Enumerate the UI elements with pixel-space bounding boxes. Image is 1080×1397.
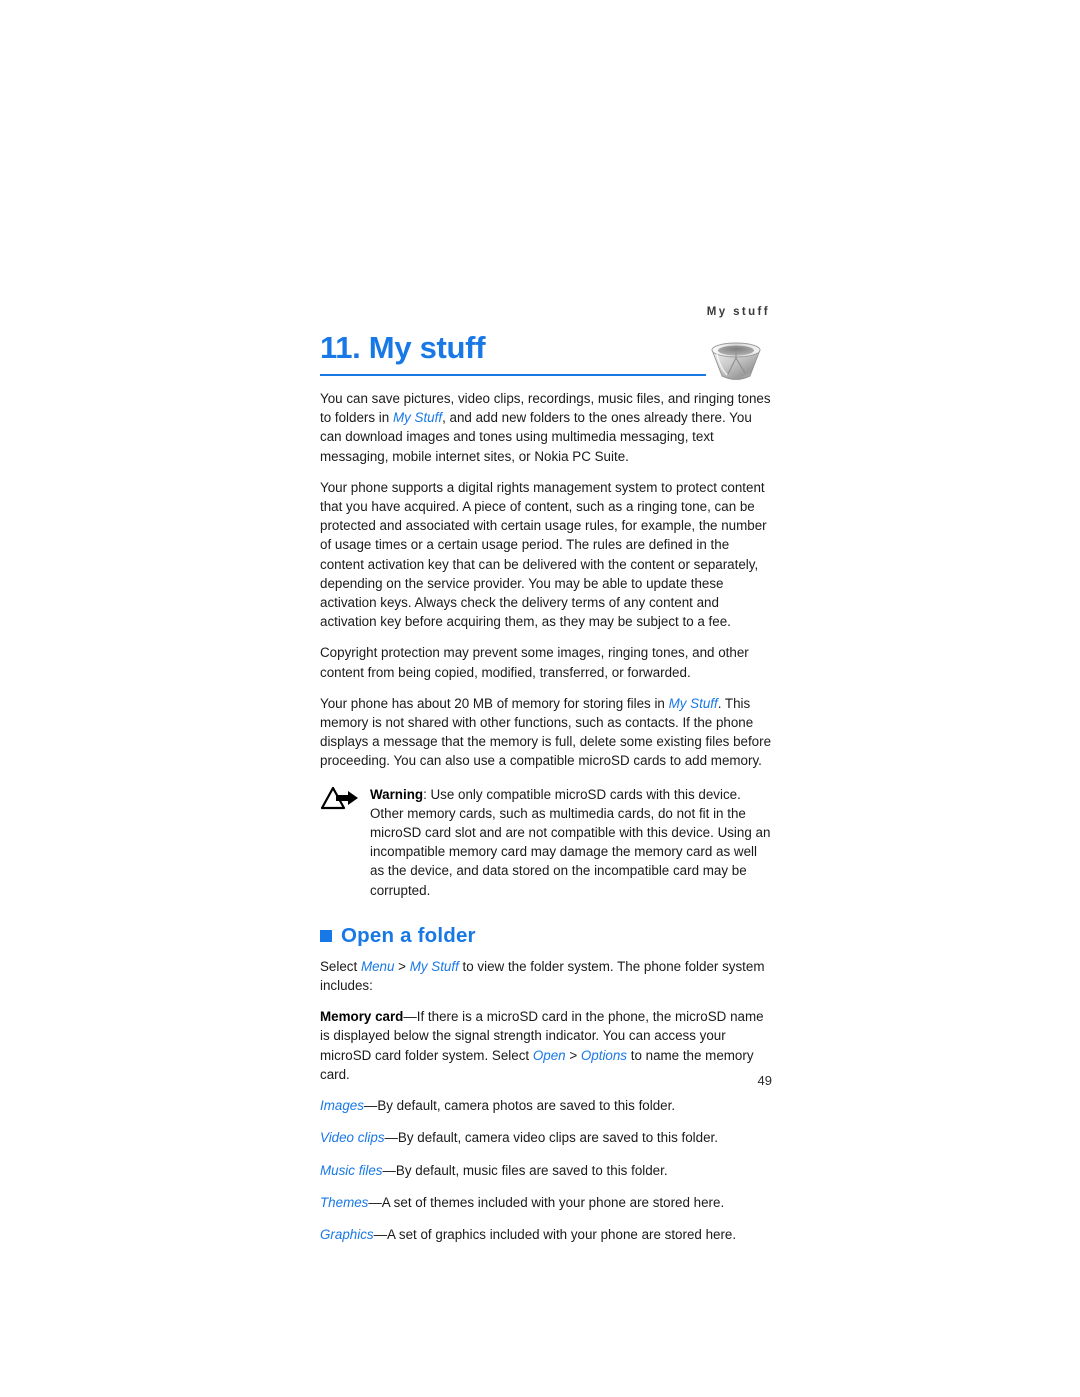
list-item: Video clips—By default, camera video cli… — [320, 1128, 772, 1147]
intro-paragraph-1: You can save pictures, video clips, reco… — [320, 389, 772, 466]
folder-description: —By default, camera video clips are save… — [384, 1130, 718, 1146]
warning-body: : Use only compatible microSD cards with… — [370, 786, 771, 898]
ui-reference-open: Open — [532, 1047, 566, 1063]
list-item: Music files—By default, music files are … — [320, 1161, 772, 1180]
memory-card-separator: > — [565, 1047, 581, 1063]
list-item: Graphics—A set of graphics included with… — [320, 1225, 772, 1244]
warning-triangle-arrow-icon — [320, 786, 360, 812]
page-title: 11. My stuff — [320, 330, 486, 365]
ui-reference-menu: Menu — [360, 958, 395, 974]
page-content: You can save pictures, video clips, reco… — [320, 389, 772, 1257]
manual-page: My stuff 11. My stuff You can save pictu… — [0, 0, 1080, 1397]
intro-paragraph-4: Your phone has about 20 MB of memory for… — [320, 694, 772, 771]
bowl-icon — [706, 336, 766, 384]
page-number: 49 — [757, 1073, 772, 1088]
warning-text: Warning: Use only compatible microSD car… — [370, 785, 772, 900]
ui-reference-my-stuff: My Stuff — [668, 695, 718, 711]
ui-reference-options: Options — [580, 1047, 628, 1063]
list-item: Themes—A set of themes included with you… — [320, 1193, 772, 1212]
folder-list: Images—By default, camera photos are sav… — [320, 1096, 772, 1244]
running-header: My stuff — [706, 306, 770, 318]
intro-paragraph-3: Copyright protection may prevent some im… — [320, 645, 749, 680]
warning-block: Warning: Use only compatible microSD car… — [320, 785, 772, 900]
folder-name: Music files — [320, 1162, 383, 1178]
folder-description: —A set of graphics included with your ph… — [373, 1226, 737, 1242]
folder-name: Graphics — [320, 1226, 374, 1242]
square-bullet-icon — [320, 929, 332, 942]
section-intro-paragraph: Select Menu > My Stuff to view the folde… — [320, 957, 772, 995]
intro-p4-part1: Your phone has about 20 MB of memory for… — [320, 695, 669, 711]
folder-name: Themes — [320, 1194, 369, 1210]
folder-description: —By default, music files are saved to th… — [382, 1162, 668, 1178]
ui-reference-my-stuff: My Stuff — [392, 410, 443, 426]
warning-label: Warning — [370, 786, 424, 802]
folder-description: —By default, camera photos are saved to … — [363, 1098, 676, 1114]
folder-description: —A set of themes included with your phon… — [368, 1194, 725, 1210]
folder-name: Video clips — [320, 1130, 385, 1146]
section-heading-label: Open a folder — [341, 923, 476, 947]
folder-name: Images — [320, 1098, 364, 1114]
title-underline-rule — [320, 374, 706, 376]
list-item: Images—By default, camera photos are sav… — [320, 1096, 772, 1115]
section-intro-part1: Select — [320, 958, 361, 974]
section-heading-open-a-folder: Open a folder — [320, 924, 772, 948]
section-intro-separator: > — [394, 958, 410, 974]
memory-card-label: Memory card — [320, 1009, 404, 1025]
intro-paragraph-2: Your phone supports a digital rights man… — [320, 479, 767, 630]
ui-reference-my-stuff: My Stuff — [409, 958, 459, 974]
